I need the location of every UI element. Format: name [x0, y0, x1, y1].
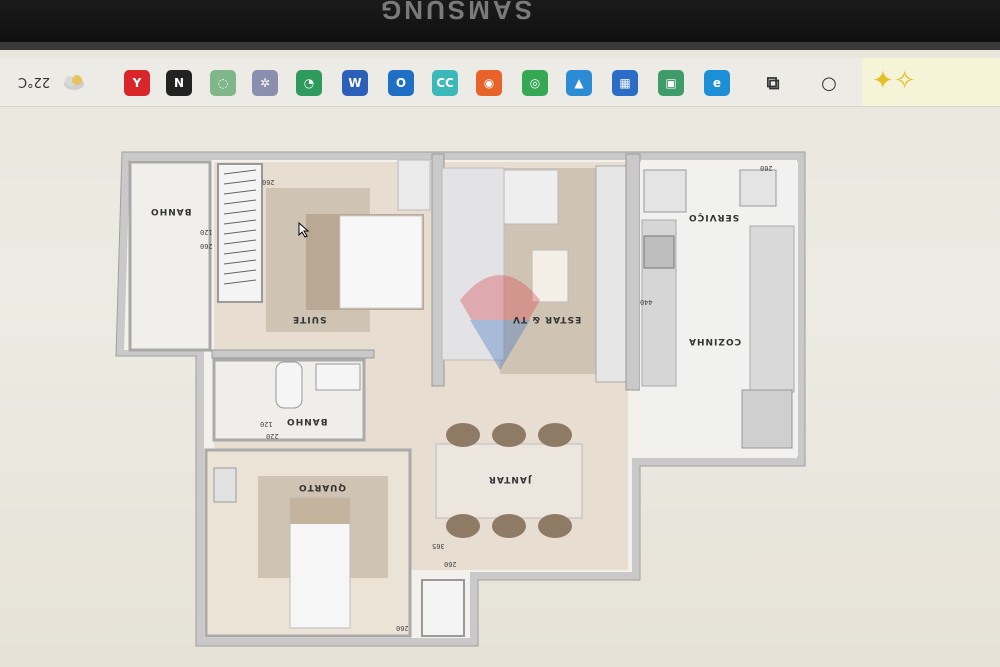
tv-unit	[595, 165, 627, 383]
floor-plan-drawing	[115, 151, 806, 647]
label-suite: SUITE	[292, 314, 327, 324]
sink	[315, 363, 361, 391]
label-servico: SERVIÇO	[688, 212, 740, 222]
dim-cozinha-h: 440	[640, 298, 653, 306]
mouse-cursor	[298, 221, 310, 238]
dim-suite-w: 260	[262, 178, 275, 186]
suite-closet	[217, 163, 263, 303]
dim-closet-w: 260	[396, 624, 409, 632]
dim-banho-suite-h: 120	[200, 228, 213, 236]
quarto-bed-headboard	[290, 498, 350, 524]
monitor-brand-logo: SAMSUNG	[378, 0, 532, 25]
dim-banho-suite-w: 260	[200, 242, 213, 250]
fridge	[741, 389, 793, 449]
entrance-closet	[421, 579, 465, 637]
ottoman	[503, 169, 559, 225]
washing-machine	[643, 169, 687, 213]
screen: 22°C YN◌✲◔WOCC◉◎▲▦▣e⧉○ ✦✧	[0, 50, 1000, 667]
laundry-tank	[739, 169, 777, 207]
label-jantar: JANTAR	[488, 474, 532, 484]
desk	[213, 467, 237, 503]
monitor-bezel: SAMSUNG	[0, 0, 1000, 50]
kitchen-counter-right	[749, 225, 795, 393]
label-estar-tv: ESTAR & TV	[512, 314, 582, 324]
banho-suite-room	[128, 160, 212, 352]
toilet	[275, 361, 303, 409]
kitchen-wall	[625, 153, 641, 391]
dim-banho-h: 120	[260, 420, 273, 428]
dim-banho-w: 220	[266, 432, 279, 440]
suite-bed	[339, 215, 423, 309]
stove	[643, 235, 675, 269]
label-banho: BANHO	[286, 416, 328, 426]
bezel-edge	[0, 42, 1000, 50]
label-quarto: QUARTO	[298, 482, 346, 492]
label-banho-suite: BANHO	[150, 206, 192, 216]
dim-jantar-h: 365	[432, 542, 445, 550]
suite-nightstand	[397, 159, 431, 211]
dim-servico-w: 260	[760, 164, 773, 172]
label-cozinha: COZINHA	[688, 336, 742, 346]
dim-jantar-w: 260	[444, 560, 457, 568]
coffee-table	[531, 249, 569, 303]
